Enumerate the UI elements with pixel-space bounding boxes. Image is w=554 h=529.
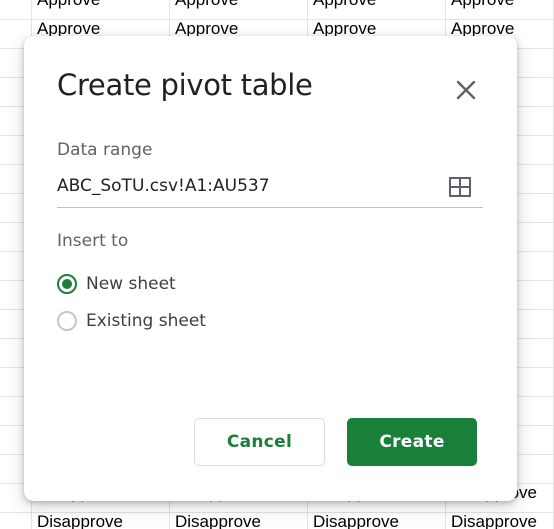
sheet-cell[interactable]: Approve [446,0,554,20]
sheet-cell[interactable] [0,0,32,20]
sheet-cell[interactable]: Approve [308,0,446,20]
sheet-cell[interactable]: Approve [170,0,308,20]
create-pivot-table-dialog: Create pivot table Data range ABC_SoTU.c… [24,36,517,501]
radio-button-unchecked[interactable] [57,311,77,331]
create-button[interactable]: Create [347,418,477,466]
data-range-field[interactable]: ABC_SoTU.csv!A1:AU537 [57,168,483,208]
sheet-cell[interactable] [0,513,32,529]
sheet-cell[interactable]: Disapprove [170,513,308,529]
sheet-cell[interactable]: Disapprove [308,513,446,529]
radio-new-sheet[interactable]: New sheet [57,271,176,297]
dialog-title: Create pivot table [57,68,313,102]
cancel-button[interactable]: Cancel [194,418,325,466]
close-button[interactable] [450,74,482,106]
radio-existing-sheet-label: Existing sheet [86,311,206,331]
radio-existing-sheet[interactable]: Existing sheet [57,308,206,334]
grid-select-icon[interactable] [449,177,471,197]
sheet-cell[interactable]: Disapprove [446,513,554,529]
sheet-row: ApproveApproveApproveApprove [0,0,554,20]
radio-new-sheet-label: New sheet [86,274,176,294]
sheet-cell[interactable]: Disapprove [32,513,170,529]
data-range-value[interactable]: ABC_SoTU.csv!A1:AU537 [57,176,270,196]
sheet-cell[interactable]: Approve [32,0,170,20]
radio-button-checked[interactable] [57,274,77,294]
insert-to-label: Insert to [57,231,129,251]
sheet-row: DisapproveDisapproveDisapproveDisapprove [0,513,554,529]
data-range-label: Data range [57,140,153,160]
close-icon [456,80,476,100]
